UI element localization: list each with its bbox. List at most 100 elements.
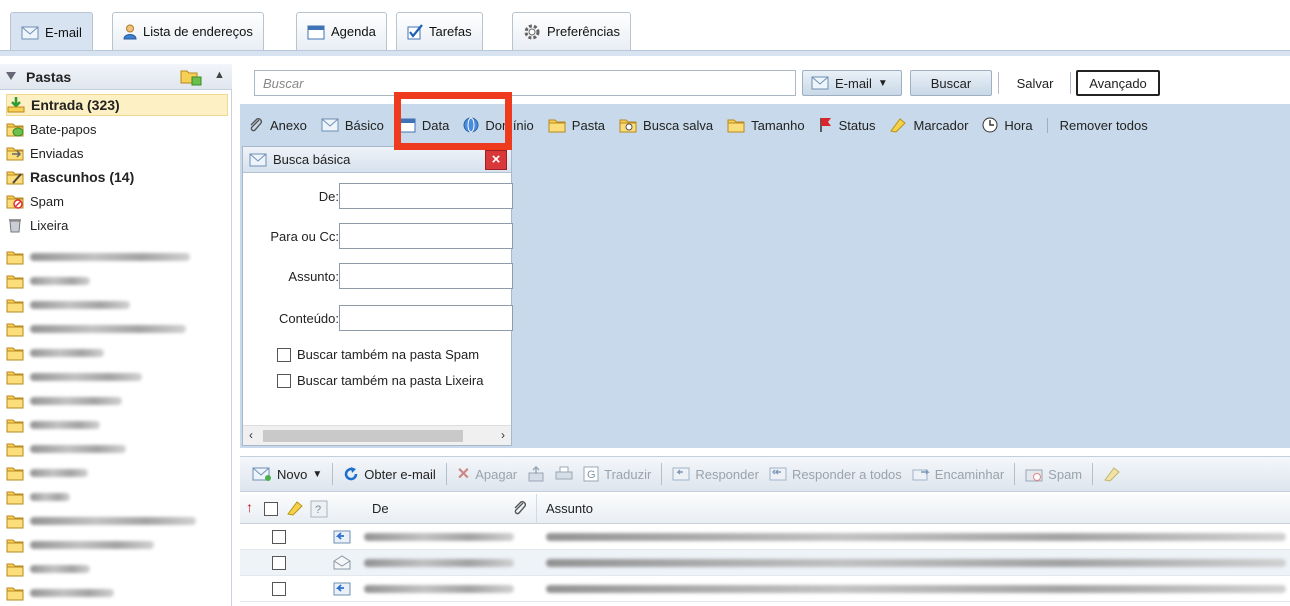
custom-folder[interactable]	[6, 462, 228, 484]
reply-icon	[672, 467, 690, 481]
message-row[interactable]	[240, 550, 1290, 576]
folder-sent[interactable]: Enviadas	[6, 142, 228, 164]
folder-inbox[interactable]: Entrada (323)	[6, 94, 228, 116]
folder-icon	[6, 369, 24, 385]
column-subject[interactable]: Assunto	[546, 501, 593, 516]
reply-label: Responder	[695, 466, 759, 482]
status-column-icon[interactable]: ?	[310, 500, 328, 518]
chevron-down-icon[interactable]: ▼	[312, 469, 322, 480]
save-search-button[interactable]: Salvar	[1006, 70, 1064, 96]
tab-calendar[interactable]: Agenda	[296, 12, 387, 50]
filter-domain[interactable]: Domínio	[463, 117, 534, 133]
remove-all-label: Remover todos	[1059, 117, 1148, 133]
scroll-up-icon[interactable]: ▲	[214, 69, 225, 81]
subject-label: Assunto:	[288, 269, 339, 284]
filter-saved-search[interactable]: Busca salva	[619, 117, 713, 133]
custom-folder[interactable]	[6, 534, 228, 556]
redacted-folder-name	[30, 277, 90, 285]
column-divider	[536, 494, 537, 524]
redacted-subject	[546, 585, 1286, 593]
custom-folder[interactable]	[6, 558, 228, 580]
checkbox[interactable]	[277, 373, 291, 388]
custom-folder[interactable]	[6, 438, 228, 460]
custom-folder[interactable]	[6, 414, 228, 436]
from-label: De:	[318, 189, 339, 204]
globe-icon	[463, 117, 479, 133]
custom-folder[interactable]	[6, 390, 228, 412]
scroll-left-icon[interactable]: ‹	[249, 428, 253, 442]
row-checkbox[interactable]	[272, 530, 286, 544]
custom-folder[interactable]	[6, 486, 228, 508]
basic-search-title: Busca básica	[273, 152, 351, 167]
custom-folder[interactable]	[6, 342, 228, 364]
filter-tag[interactable]: Marcador	[889, 117, 968, 133]
column-from[interactable]: De	[372, 501, 389, 516]
tag-column-icon[interactable]	[286, 500, 304, 516]
tag-button[interactable]	[1103, 466, 1121, 482]
delete-button[interactable]: ✕ Apagar	[457, 464, 517, 484]
custom-folder[interactable]	[6, 294, 228, 316]
filter-domain-label: Domínio	[485, 117, 534, 133]
get-mail-button[interactable]: Obter e-mail	[343, 466, 436, 482]
filter-size[interactable]: Tamanho	[727, 117, 805, 133]
custom-folder[interactable]	[6, 270, 228, 292]
folder-trash[interactable]: Lixeira	[6, 214, 228, 236]
search-trash-checkbox[interactable]: Buscar também na pasta Lixeira	[277, 373, 483, 388]
reply-all-button[interactable]: Responder a todos	[769, 467, 902, 482]
new-button[interactable]: Novo ▼	[252, 467, 322, 482]
filter-time[interactable]: Hora	[982, 117, 1033, 133]
folder-chats[interactable]: Bate-papos	[6, 118, 228, 140]
tab-email[interactable]: E-mail	[10, 12, 93, 52]
to-cc-field[interactable]	[339, 223, 513, 249]
filter-date-label: Data	[421, 117, 450, 133]
print-button[interactable]	[555, 466, 573, 482]
horizontal-scrollbar[interactable]: ‹ ›	[243, 425, 511, 445]
subject-field[interactable]	[339, 263, 513, 289]
sort-arrow-icon[interactable]: ↑	[246, 499, 253, 515]
new-folder-icon[interactable]	[180, 68, 202, 86]
folder-drafts[interactable]: Rascunhos (14)	[6, 166, 228, 188]
row-checkbox[interactable]	[272, 582, 286, 596]
from-field[interactable]	[339, 183, 513, 209]
search-spam-checkbox[interactable]: Buscar também na pasta Spam	[277, 347, 479, 362]
filter-status[interactable]: Status	[819, 117, 875, 133]
custom-folder[interactable]	[6, 318, 228, 340]
search-input[interactable]	[254, 70, 796, 96]
advanced-search-button[interactable]: Avançado	[1076, 70, 1160, 96]
tab-tasks[interactable]: Tarefas	[396, 12, 483, 50]
search-scope-dropdown[interactable]: E-mail ▼	[802, 70, 902, 96]
filter-attachment[interactable]: Anexo	[248, 117, 307, 133]
forward-button[interactable]: Encaminhar	[912, 467, 1004, 482]
message-row[interactable]	[240, 524, 1290, 550]
tab-address-book[interactable]: Lista de endereços	[112, 12, 264, 50]
select-all-checkbox[interactable]	[264, 502, 278, 516]
paperclip-icon[interactable]	[512, 500, 528, 516]
reply-button[interactable]: Responder	[672, 467, 759, 482]
custom-folder[interactable]	[6, 582, 228, 604]
message-row[interactable]	[240, 576, 1290, 602]
checkbox[interactable]	[277, 347, 291, 362]
folders-header[interactable]: Pastas ▲	[0, 64, 232, 90]
tab-preferences[interactable]: Preferências	[512, 12, 631, 50]
scroll-right-icon[interactable]: ›	[501, 428, 505, 442]
custom-folder[interactable]	[6, 246, 228, 268]
translate-button[interactable]: G Traduzir	[583, 466, 651, 482]
content-field[interactable]	[339, 305, 513, 331]
filter-folder[interactable]: Pasta	[548, 117, 605, 133]
drafts-folder-icon	[6, 169, 24, 185]
collapse-triangle-icon[interactable]	[6, 72, 16, 80]
scrollbar-thumb[interactable]	[263, 430, 463, 442]
new-message-icon	[252, 467, 271, 481]
custom-folder[interactable]	[6, 366, 228, 388]
row-checkbox[interactable]	[272, 556, 286, 570]
close-icon[interactable]: ×	[485, 150, 507, 170]
search-button[interactable]: Buscar	[910, 70, 992, 96]
filter-basic[interactable]: Básico	[321, 118, 384, 133]
move-button[interactable]	[527, 466, 545, 482]
filter-date[interactable]: Data	[398, 117, 449, 133]
remove-all-filters-button[interactable]: Remover todos	[1046, 117, 1148, 133]
refresh-icon	[345, 467, 358, 481]
folder-spam[interactable]: Spam	[6, 190, 228, 212]
spam-button[interactable]: Spam	[1025, 466, 1082, 482]
custom-folder[interactable]	[6, 510, 228, 532]
